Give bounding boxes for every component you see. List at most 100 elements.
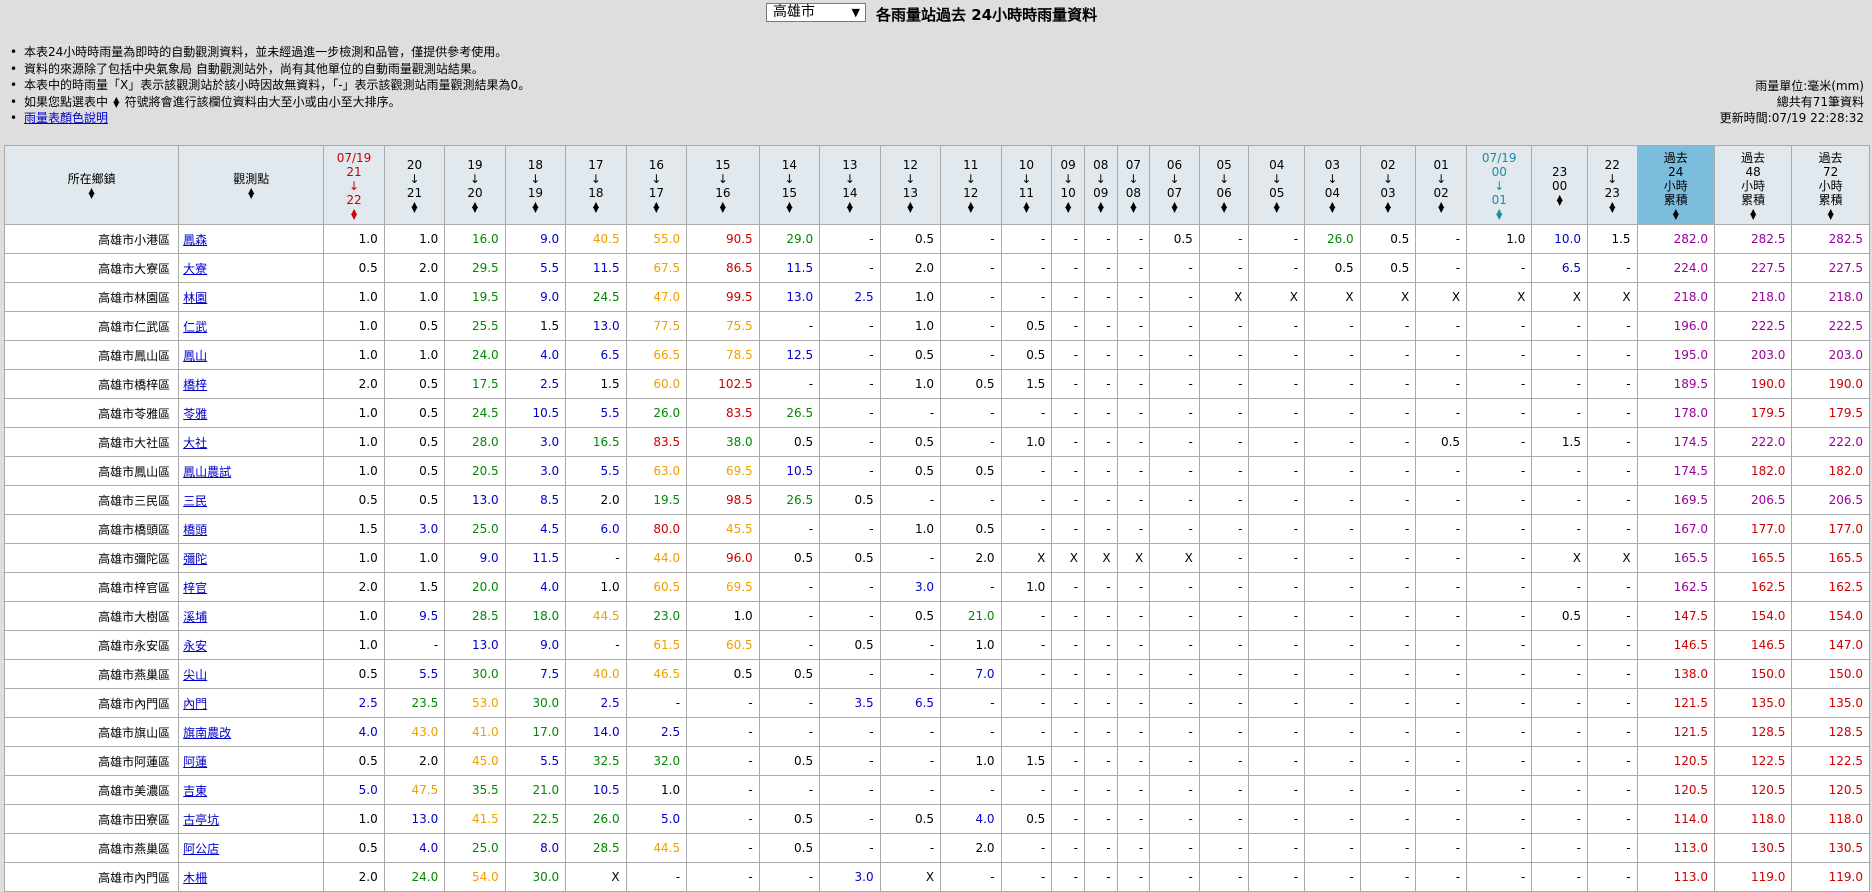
sort-icon[interactable]: ▲ ▼ xyxy=(506,201,565,214)
rain-value-cell: 32.5 xyxy=(565,746,627,776)
station-link[interactable]: 橋頭 xyxy=(183,523,207,537)
column-header[interactable]: 觀測點 ▲ ▼ xyxy=(178,145,325,225)
sort-icon[interactable]: ▲ ▼ xyxy=(1200,201,1249,214)
sort-icon[interactable]: ▲ ▼ xyxy=(1792,208,1869,221)
sort-icon[interactable]: ▲ ▼ xyxy=(941,201,1000,214)
column-header[interactable]: 14 ↓ 15 ▲ ▼ xyxy=(758,145,821,225)
sort-icon[interactable]: ▲ ▼ xyxy=(324,208,383,221)
station-link[interactable]: 鳳山 xyxy=(183,349,207,363)
column-header[interactable]: 12 ↓ 13 ▲ ▼ xyxy=(879,145,942,225)
station-link[interactable]: 大寮 xyxy=(183,262,207,276)
sort-icon[interactable]: ▲ ▼ xyxy=(179,187,323,200)
sort-icon[interactable]: ▲ ▼ xyxy=(445,201,504,214)
column-header[interactable]: 07/19 21 ↓ 22 ▲ ▼ xyxy=(323,145,385,225)
station-link[interactable]: 溪埔 xyxy=(183,610,207,624)
rain-value-cell: - xyxy=(1051,630,1085,660)
station-link[interactable]: 林園 xyxy=(183,291,207,305)
sort-icon[interactable]: ▲ ▼ xyxy=(1532,194,1587,207)
rain-value-cell: - xyxy=(1116,340,1151,370)
station-link[interactable]: 苓雅 xyxy=(183,407,207,421)
column-header[interactable]: 05 ↓ 06 ▲ ▼ xyxy=(1198,145,1250,225)
column-header[interactable]: 07 ↓ 08 ▲ ▼ xyxy=(1116,145,1151,225)
sort-icon[interactable]: ▲ ▼ xyxy=(1416,201,1466,214)
sort-icon[interactable]: ▲ ▼ xyxy=(5,187,178,200)
rain-value-cell: 1.5 xyxy=(504,311,567,341)
color-legend-link[interactable]: 雨量表顏色說明 xyxy=(24,111,108,125)
station-link[interactable]: 阿蓮 xyxy=(183,755,207,769)
column-header[interactable]: 04 ↓ 05 ▲ ▼ xyxy=(1248,145,1306,225)
table-row: 高雄市永安區 永安 1.0-13.0 9.0-61.5 60.5-0.5-1.0- - - -… xyxy=(3,630,1870,660)
rain-value-cell: - xyxy=(1051,688,1085,718)
sort-icon[interactable]: ▲ ▼ xyxy=(1588,201,1637,214)
column-header[interactable]: 過去 48 小時 累積 ▲ ▼ xyxy=(1713,145,1793,225)
city-select[interactable]: 高雄市 ▼ xyxy=(766,3,866,22)
sort-icon[interactable]: ▲ ▼ xyxy=(1150,201,1199,214)
station-link[interactable]: 吉東 xyxy=(183,784,207,798)
rain-value-cell: - xyxy=(1116,630,1151,660)
column-header[interactable]: 22 ↓ 23 ▲ ▼ xyxy=(1587,145,1638,225)
station-link[interactable]: 彌陀 xyxy=(183,552,207,566)
sort-icon[interactable]: ▲ ▼ xyxy=(760,201,819,214)
column-header[interactable]: 過去 72 小時 累積 ▲ ▼ xyxy=(1791,145,1870,225)
column-header[interactable]: 07/19 00 ↓ 01 ▲ ▼ xyxy=(1466,145,1533,225)
table-row: 高雄市仁武區 仁武 1.0 0.5 25.5 1.5 13.0 77.5 75.5- -1.0-0… xyxy=(3,311,1870,341)
column-header[interactable]: 09 ↓ 10 ▲ ▼ xyxy=(1051,145,1085,225)
sort-icon[interactable]: ▲ ▼ xyxy=(566,201,625,214)
station-link[interactable]: 三民 xyxy=(183,494,207,508)
rain-value-cell: - xyxy=(879,398,942,428)
column-header[interactable]: 19 ↓ 20 ▲ ▼ xyxy=(444,145,506,225)
station-link[interactable]: 鳳山農試 xyxy=(183,465,231,479)
sort-icon[interactable]: ▲ ▼ xyxy=(1715,208,1791,221)
station-link[interactable]: 鳳森 xyxy=(183,233,207,247)
column-header[interactable]: 16 ↓ 17 ▲ ▼ xyxy=(625,145,688,225)
station-link[interactable]: 木柵 xyxy=(183,871,207,885)
station-link[interactable]: 永安 xyxy=(183,639,207,653)
rain-value-cell: - xyxy=(1466,253,1533,283)
station-link[interactable]: 仁武 xyxy=(183,320,207,334)
column-header[interactable]: 01 ↓ 02 ▲ ▼ xyxy=(1415,145,1468,225)
column-header[interactable]: 17 ↓ 18 ▲ ▼ xyxy=(565,145,627,225)
sort-icon[interactable]: ▲ ▼ xyxy=(687,201,759,214)
column-header[interactable]: 02 ↓ 03 ▲ ▼ xyxy=(1359,145,1417,225)
station-link[interactable]: 尖山 xyxy=(183,668,207,682)
station-link[interactable]: 大社 xyxy=(183,436,207,450)
column-header[interactable]: 03 ↓ 04 ▲ ▼ xyxy=(1304,145,1361,225)
sort-icon[interactable]: ▲ ▼ xyxy=(1085,201,1117,214)
station-link[interactable]: 古亭坑 xyxy=(183,813,219,827)
sort-icon[interactable]: ▲ ▼ xyxy=(1305,201,1360,214)
column-header[interactable]: 23 00 ▲ ▼ xyxy=(1531,145,1588,225)
column-header[interactable]: 15 ↓ 16 ▲ ▼ xyxy=(686,145,760,225)
column-header[interactable]: 11 ↓ 12 ▲ ▼ xyxy=(940,145,1002,225)
column-header[interactable]: 13 ↓ 14 ▲ ▼ xyxy=(819,145,881,225)
column-header[interactable]: 10 ↓ 11 ▲ ▼ xyxy=(1000,145,1053,225)
column-header[interactable]: 06 ↓ 07 ▲ ▼ xyxy=(1149,145,1200,225)
sort-icon[interactable]: ▲ ▼ xyxy=(881,201,940,214)
sort-icon[interactable]: ▲ ▼ xyxy=(820,201,879,214)
station-link[interactable]: 橋梓 xyxy=(183,378,207,392)
sort-icon[interactable]: ▲ ▼ xyxy=(1249,201,1304,214)
rain-value-cell: 9.0 xyxy=(504,630,567,660)
column-header[interactable]: 08 ↓ 09 ▲ ▼ xyxy=(1083,145,1118,225)
station-link[interactable]: 阿公店 xyxy=(183,842,219,856)
rain-value-cell: - xyxy=(940,717,1002,747)
sort-icon[interactable]: ▲ ▼ xyxy=(1638,208,1714,221)
column-header[interactable]: 所在鄉鎮 ▲ ▼ xyxy=(3,145,180,225)
sort-icon[interactable]: ▲ ▼ xyxy=(1467,208,1531,221)
station-link[interactable]: 旗南農改 xyxy=(183,726,231,740)
rain-value-cell: - xyxy=(1531,456,1588,486)
rain-value-cell: - xyxy=(1248,601,1306,631)
station-link[interactable]: 內門 xyxy=(183,697,207,711)
cumulative-cell: 179.5 xyxy=(1713,398,1793,428)
sort-icon[interactable]: ▲ ▼ xyxy=(1052,201,1084,214)
rain-value-cell: - xyxy=(1466,543,1533,573)
rain-value-cell: 2.5 xyxy=(565,688,627,718)
sort-icon[interactable]: ▲ ▼ xyxy=(1002,201,1052,214)
column-header[interactable]: 20 ↓ 21 ▲ ▼ xyxy=(383,145,446,225)
sort-icon[interactable]: ▲ ▼ xyxy=(1361,201,1416,214)
sort-icon[interactable]: ▲ ▼ xyxy=(385,201,444,214)
column-header[interactable]: 過去 24 小時 累積 ▲ ▼ xyxy=(1636,145,1715,225)
station-link[interactable]: 梓官 xyxy=(183,581,207,595)
column-header[interactable]: 18 ↓ 19 ▲ ▼ xyxy=(504,145,567,225)
sort-icon[interactable]: ▲ ▼ xyxy=(1118,201,1150,214)
sort-icon[interactable]: ▲ ▼ xyxy=(627,201,686,214)
